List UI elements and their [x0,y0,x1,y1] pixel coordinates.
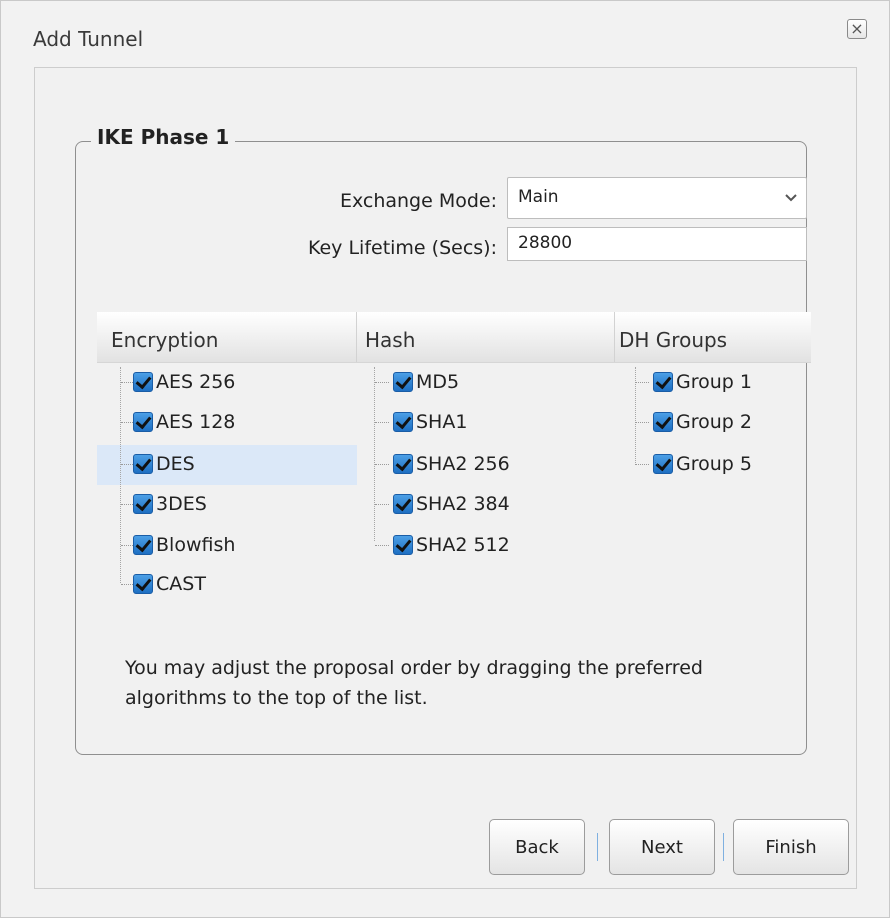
dh-group-item-label: Group 2 [676,411,752,433]
checkbox[interactable] [393,535,413,555]
encryption-item-label: AES 128 [156,411,236,433]
hash-item[interactable]: SHA1 [375,405,468,439]
checkbox[interactable] [133,535,153,555]
algorithm-column-headers: Encryption Hash DH Groups [97,312,811,363]
hash-item[interactable]: SHA2 512 [375,528,510,562]
encryption-header: Encryption [111,328,219,352]
encryption-item[interactable]: AES 256 [121,365,236,399]
hash-item-label: SHA2 384 [416,493,510,515]
exchange-mode-value: Main [518,187,559,207]
close-icon[interactable]: × [847,19,867,39]
tree-line [374,367,376,541]
chevron-down-icon[interactable] [776,178,806,218]
hash-item[interactable]: MD5 [375,365,460,399]
checkbox[interactable] [393,454,413,474]
add-tunnel-dialog: Add Tunnel × IKE Phase 1 Exchange Mode: … [0,0,890,918]
encryption-item-label: DES [156,453,195,475]
dh-group-item[interactable]: Group 2 [635,405,752,439]
checkbox[interactable] [133,372,153,392]
checkbox[interactable] [393,372,413,392]
key-lifetime-label: Key Lifetime (Secs): [307,237,497,259]
dh-group-item[interactable]: Group 5 [635,447,752,481]
checkbox[interactable] [133,574,153,594]
encryption-item-label: AES 256 [156,371,236,393]
hash-header: Hash [365,328,416,352]
finish-button[interactable]: Finish [733,819,849,875]
header-divider [356,312,357,362]
exchange-mode-select[interactable]: Main [507,177,807,219]
next-button[interactable]: Next [609,819,715,875]
checkbox[interactable] [393,412,413,432]
dh-group-item[interactable]: Group 1 [635,365,752,399]
encryption-item[interactable]: AES 128 [121,405,236,439]
dh-groups-header: DH Groups [619,328,728,352]
hash-item[interactable]: SHA2 256 [375,447,510,481]
checkbox[interactable] [133,494,153,514]
hash-item-label: MD5 [416,371,460,393]
checkbox[interactable] [133,454,153,474]
checkbox[interactable] [653,372,673,392]
encryption-item-label: 3DES [156,493,207,515]
dialog-title: Add Tunnel [33,27,144,51]
encryption-item[interactable]: DES [121,447,195,481]
button-divider [723,833,724,861]
checkbox[interactable] [133,412,153,432]
section-legend: IKE Phase 1 [91,125,236,149]
checkbox[interactable] [653,454,673,474]
hash-item[interactable]: SHA2 384 [375,487,510,521]
button-divider [597,833,598,861]
exchange-mode-label: Exchange Mode: [339,190,497,212]
checkbox[interactable] [653,412,673,432]
encryption-item[interactable]: CAST [121,567,206,601]
proposal-order-note: You may adjust the proposal order by dra… [125,657,703,709]
encryption-item[interactable]: Blowfish [121,528,236,562]
dh-group-item-label: Group 5 [676,453,752,475]
checkbox[interactable] [393,494,413,514]
key-lifetime-input[interactable]: 28800 [507,227,807,261]
tree-line [120,367,122,583]
encryption-item-label: CAST [156,573,206,595]
back-button[interactable]: Back [489,819,585,875]
hash-item-label: SHA2 256 [416,453,510,475]
hash-item-label: SHA2 512 [416,534,510,556]
encryption-item[interactable]: 3DES [121,487,207,521]
dh-group-item-label: Group 1 [676,371,752,393]
hash-item-label: SHA1 [416,411,468,433]
header-divider [614,312,615,362]
encryption-item-label: Blowfish [156,534,236,556]
